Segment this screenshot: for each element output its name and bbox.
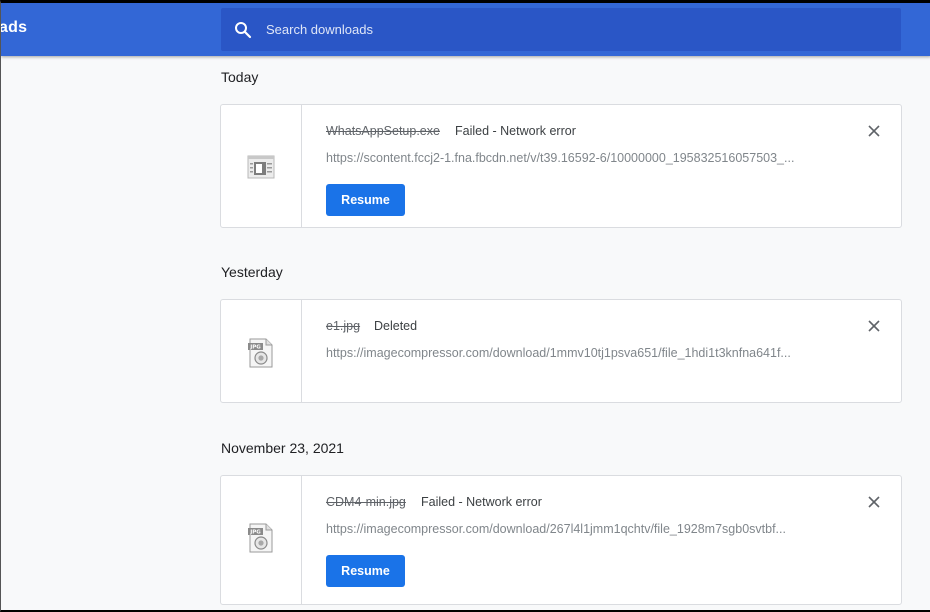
search-box[interactable] bbox=[221, 8, 901, 51]
resume-button[interactable]: Resume bbox=[326, 184, 405, 216]
close-icon[interactable] bbox=[867, 124, 881, 138]
search-input[interactable] bbox=[266, 8, 886, 51]
close-icon[interactable] bbox=[867, 319, 881, 333]
resume-button[interactable]: Resume bbox=[326, 555, 405, 587]
status-text: Deleted bbox=[374, 319, 418, 333]
toolbar: ads bbox=[1, 3, 930, 56]
file-url-link[interactable]: https://imagecompressor.com/download/267… bbox=[326, 522, 826, 536]
close-icon[interactable] bbox=[867, 495, 881, 509]
section-date-yesterday: Yesterday bbox=[221, 264, 283, 280]
jpg-file-icon: JPG bbox=[248, 523, 273, 553]
page-title: ads bbox=[0, 19, 28, 36]
download-item: WhatsAppSetup.exe Failed - Network error… bbox=[220, 104, 902, 228]
status-text: Failed - Network error bbox=[455, 124, 576, 138]
file-name-link[interactable]: CDM4-min.jpg bbox=[326, 495, 406, 509]
svg-text:JPG: JPG bbox=[249, 530, 261, 536]
section-date-november-23-2021: November 23, 2021 bbox=[221, 440, 344, 456]
exe-file-icon bbox=[247, 155, 275, 179]
search-icon[interactable] bbox=[234, 21, 252, 39]
section-date-today: Today bbox=[221, 69, 259, 85]
file-name-link[interactable]: WhatsAppSetup.exe bbox=[326, 124, 440, 138]
jpg-file-icon: JPG bbox=[248, 338, 273, 368]
download-item: JPG e1.jpg Deleted https://imagecompress… bbox=[220, 299, 902, 403]
file-url-link[interactable]: https://scontent.fccj2-1.fna.fbcdn.net/v… bbox=[326, 151, 826, 165]
status-text: Failed - Network error bbox=[421, 495, 542, 509]
file-name-link[interactable]: e1.jpg bbox=[326, 319, 360, 333]
download-item: JPG CDM4-min.jpg Failed - Network error … bbox=[220, 475, 902, 605]
file-url-link[interactable]: https://imagecompressor.com/download/1mm… bbox=[326, 346, 826, 360]
downloads-page: ads Today WhatsAppSe bbox=[0, 0, 930, 612]
svg-text:JPG: JPG bbox=[249, 345, 261, 351]
